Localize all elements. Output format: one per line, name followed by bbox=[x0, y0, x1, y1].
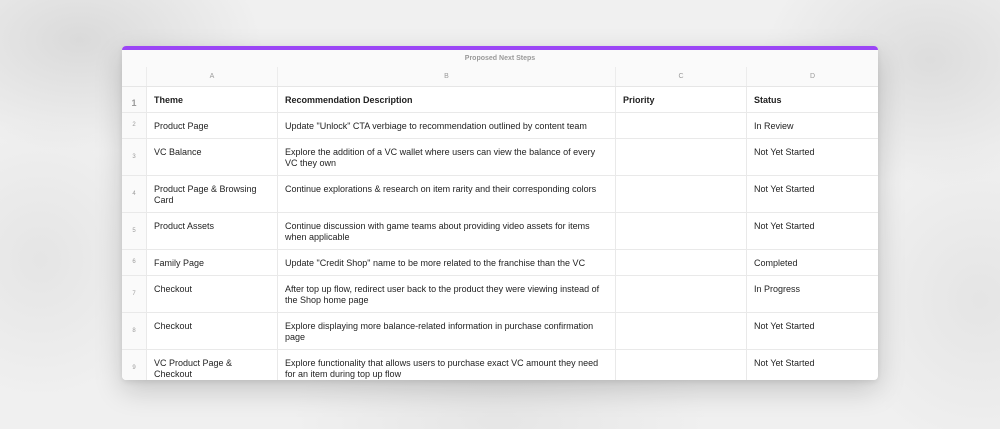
table-row: 4 Product Page & Browsing Card Continue … bbox=[122, 176, 878, 213]
row-number[interactable]: 4 bbox=[122, 176, 147, 212]
theme-cell[interactable]: Checkout bbox=[147, 313, 278, 349]
row-number[interactable]: 6 bbox=[122, 250, 147, 275]
row-number[interactable]: 3 bbox=[122, 139, 147, 175]
status-cell[interactable]: Not Yet Started bbox=[747, 213, 878, 249]
theme-cell[interactable]: Family Page bbox=[147, 250, 278, 275]
priority-cell[interactable] bbox=[616, 113, 747, 138]
header-description[interactable]: Recommendation Description bbox=[278, 87, 616, 112]
table-row: 8 Checkout Explore displaying more balan… bbox=[122, 313, 878, 350]
row-number[interactable]: 7 bbox=[122, 276, 147, 312]
corner-cell bbox=[122, 67, 147, 86]
column-letter-header: A B C D bbox=[122, 67, 878, 87]
status-cell[interactable]: Not Yet Started bbox=[747, 313, 878, 349]
table-row: 7 Checkout After top up flow, redirect u… bbox=[122, 276, 878, 313]
description-cell[interactable]: Update "Credit Shop" name to be more rel… bbox=[278, 250, 616, 275]
table-header-row: 1 Theme Recommendation Description Prior… bbox=[122, 87, 878, 113]
priority-cell[interactable] bbox=[616, 139, 747, 175]
description-cell[interactable]: Explore functionality that allows users … bbox=[278, 350, 616, 380]
priority-cell[interactable] bbox=[616, 350, 747, 380]
spreadsheet-card: Proposed Next Steps A B C D 1 Theme Reco… bbox=[122, 46, 878, 380]
row-number[interactable]: 2 bbox=[122, 113, 147, 138]
description-cell[interactable]: After top up flow, redirect user back to… bbox=[278, 276, 616, 312]
description-cell[interactable]: Continue discussion with game teams abou… bbox=[278, 213, 616, 249]
description-cell[interactable]: Continue explorations & research on item… bbox=[278, 176, 616, 212]
table-row: 6 Family Page Update "Credit Shop" name … bbox=[122, 250, 878, 276]
priority-cell[interactable] bbox=[616, 176, 747, 212]
table-row: 9 VC Product Page & Checkout Explore fun… bbox=[122, 350, 878, 380]
header-priority[interactable]: Priority bbox=[616, 87, 747, 112]
theme-cell[interactable]: VC Product Page & Checkout bbox=[147, 350, 278, 380]
header-status[interactable]: Status bbox=[747, 87, 878, 112]
priority-cell[interactable] bbox=[616, 313, 747, 349]
status-cell[interactable]: In Review bbox=[747, 113, 878, 138]
theme-cell[interactable]: Product Assets bbox=[147, 213, 278, 249]
table-row: 5 Product Assets Continue discussion wit… bbox=[122, 213, 878, 250]
status-cell[interactable]: Not Yet Started bbox=[747, 139, 878, 175]
priority-cell[interactable] bbox=[616, 250, 747, 275]
priority-cell[interactable] bbox=[616, 276, 747, 312]
row-number[interactable]: 5 bbox=[122, 213, 147, 249]
description-cell[interactable]: Explore the addition of a VC wallet wher… bbox=[278, 139, 616, 175]
theme-cell[interactable]: Product Page bbox=[147, 113, 278, 138]
column-letter-a[interactable]: A bbox=[147, 67, 278, 86]
theme-cell[interactable]: Checkout bbox=[147, 276, 278, 312]
theme-cell[interactable]: Product Page & Browsing Card bbox=[147, 176, 278, 212]
status-cell[interactable]: Not Yet Started bbox=[747, 350, 878, 380]
status-cell[interactable]: Not Yet Started bbox=[747, 176, 878, 212]
row-number[interactable]: 8 bbox=[122, 313, 147, 349]
column-letter-d[interactable]: D bbox=[747, 67, 878, 86]
row-number[interactable]: 1 bbox=[122, 87, 147, 112]
description-cell[interactable]: Explore displaying more balance-related … bbox=[278, 313, 616, 349]
row-number[interactable]: 9 bbox=[122, 350, 147, 380]
status-cell[interactable]: In Progress bbox=[747, 276, 878, 312]
column-letter-b[interactable]: B bbox=[278, 67, 616, 86]
priority-cell[interactable] bbox=[616, 213, 747, 249]
status-cell[interactable]: Completed bbox=[747, 250, 878, 275]
theme-cell[interactable]: VC Balance bbox=[147, 139, 278, 175]
column-letter-c[interactable]: C bbox=[616, 67, 747, 86]
table-row: 2 Product Page Update "Unlock" CTA verbi… bbox=[122, 113, 878, 139]
description-cell[interactable]: Update "Unlock" CTA verbiage to recommen… bbox=[278, 113, 616, 138]
table-row: 3 VC Balance Explore the addition of a V… bbox=[122, 139, 878, 176]
header-theme[interactable]: Theme bbox=[147, 87, 278, 112]
sheet-title: Proposed Next Steps bbox=[122, 50, 878, 67]
